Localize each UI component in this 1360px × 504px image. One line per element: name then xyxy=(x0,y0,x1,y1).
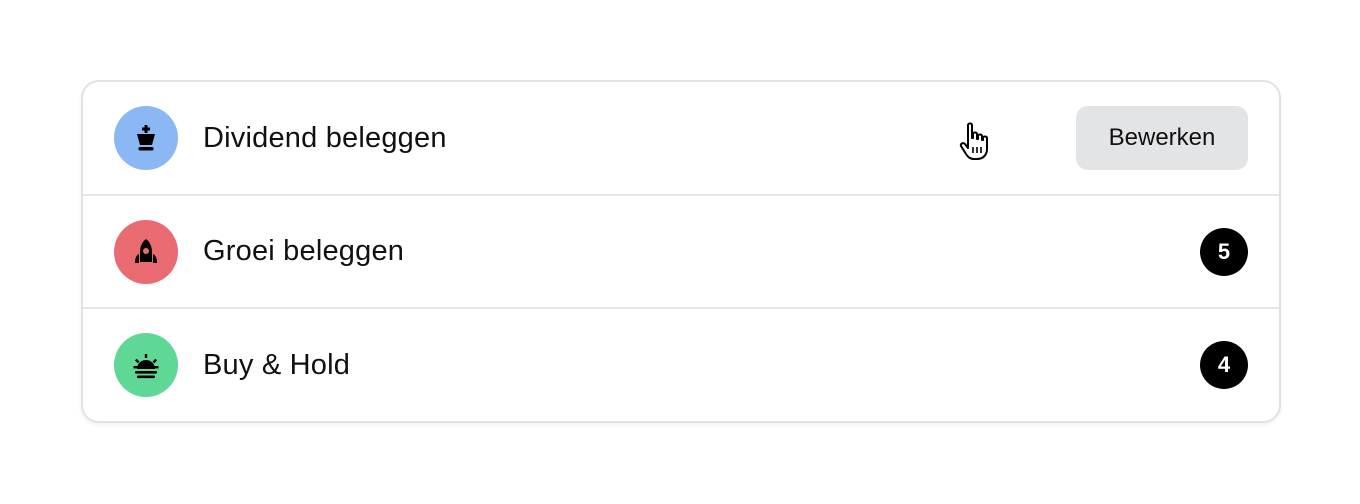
count-badge: 4 xyxy=(1200,341,1248,389)
count-badge: 5 xyxy=(1200,227,1248,276)
sunrise-icon xyxy=(133,354,159,379)
strategy-avatar xyxy=(114,333,178,397)
list-item-groei-beleggen[interactable]: Groei beleggen 5 xyxy=(83,196,1279,309)
strategy-name: Dividend beleggen xyxy=(203,121,447,154)
strategy-list-card: Dividend beleggen Bewerken Groei belegge… xyxy=(81,80,1281,423)
strategy-avatar xyxy=(114,219,178,284)
strategy-name: Buy & Hold xyxy=(203,348,351,381)
strategy-name: Groei beleggen xyxy=(203,235,405,267)
strategy-avatar xyxy=(114,106,178,170)
hand-cursor-icon xyxy=(959,122,988,160)
rocket-icon xyxy=(135,238,157,263)
edit-button[interactable]: Bewerken xyxy=(1076,106,1248,170)
chess-king-icon xyxy=(137,125,155,151)
list-item-buy-hold[interactable]: Buy & Hold 4 xyxy=(83,309,1279,421)
list-item-dividend-beleggen[interactable]: Dividend beleggen Bewerken xyxy=(83,82,1279,196)
